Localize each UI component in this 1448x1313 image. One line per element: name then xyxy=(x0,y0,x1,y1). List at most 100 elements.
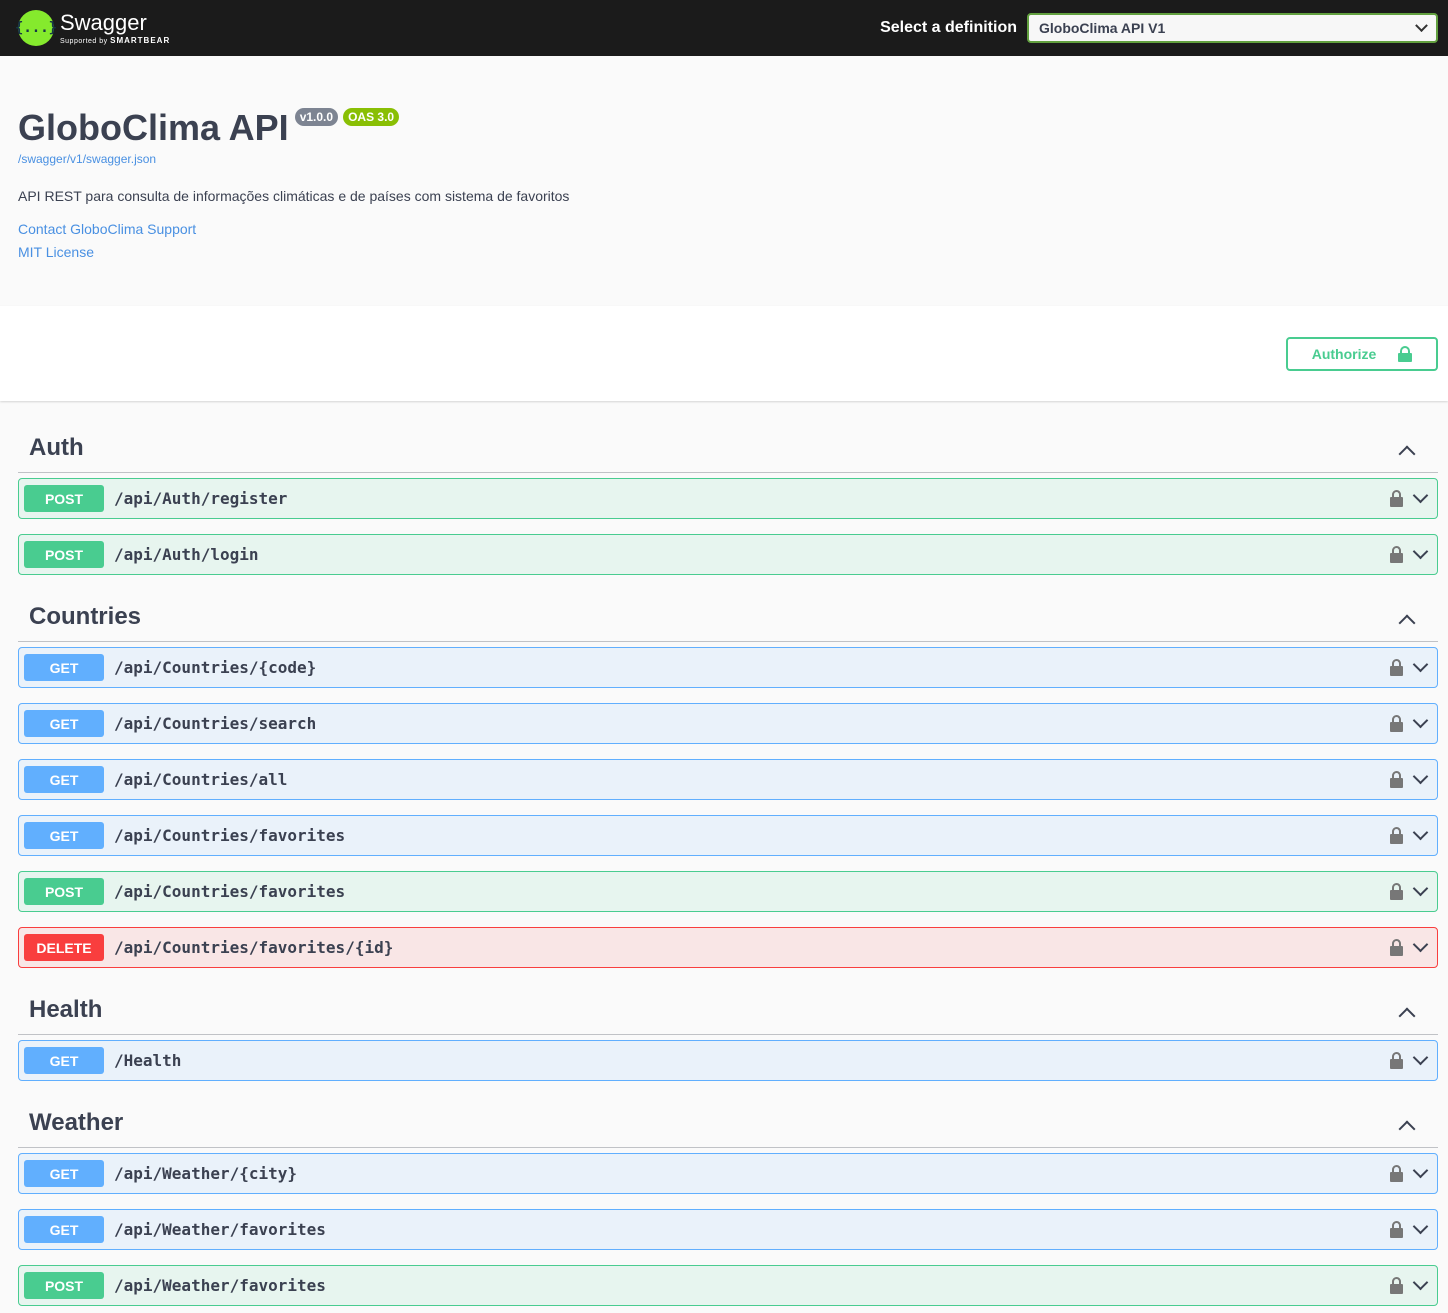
tag-header[interactable]: Weather xyxy=(18,1096,1438,1148)
tag-name: Weather xyxy=(29,1109,124,1136)
operation-row[interactable]: GET/api/Countries/all xyxy=(18,759,1438,800)
lock-icon[interactable] xyxy=(1390,1165,1403,1182)
tag-section: Countries GET/api/Countries/{code} GET/api… xyxy=(18,590,1438,968)
operation-row[interactable]: GET/api/Countries/search xyxy=(18,703,1438,744)
lock-icon[interactable] xyxy=(1390,1277,1403,1294)
chevron-down-icon[interactable] xyxy=(1412,880,1429,897)
definition-label: Select a definition xyxy=(880,19,1017,36)
tag-section: Health GET/Health xyxy=(18,983,1438,1081)
chevron-up-icon[interactable] xyxy=(1398,614,1416,632)
chevron-down-icon[interactable] xyxy=(1412,1162,1429,1179)
tag-header[interactable]: Health xyxy=(18,983,1438,1035)
lock-icon[interactable] xyxy=(1390,1221,1403,1238)
method-badge: POST xyxy=(24,485,104,512)
lock-icon[interactable] xyxy=(1390,771,1403,788)
operation-row[interactable]: GET/api/Weather/{city} xyxy=(18,1153,1438,1194)
lock-icon[interactable] xyxy=(1390,827,1403,844)
method-badge: GET xyxy=(24,710,104,737)
logo-name: Swagger xyxy=(60,9,147,35)
spec-url-link[interactable]: /swagger/v1/swagger.json xyxy=(18,152,1430,166)
authorize-label: Authorize xyxy=(1311,345,1377,362)
tag-header[interactable]: Countries xyxy=(18,590,1438,642)
operation-row[interactable]: POST/api/Countries/favorites xyxy=(18,871,1438,912)
chevron-down-icon[interactable] xyxy=(1412,768,1429,785)
method-badge: GET xyxy=(24,766,104,793)
chevron-down-icon[interactable] xyxy=(1412,1274,1429,1291)
operation-path: /api/Countries/favorites/{id} xyxy=(114,938,394,957)
operation-row[interactable]: GET/api/Countries/{code} xyxy=(18,647,1438,688)
lock-icon[interactable] xyxy=(1390,659,1403,676)
operation-path: /api/Countries/{code} xyxy=(114,658,317,677)
chevron-down-icon[interactable] xyxy=(1412,824,1429,841)
version-badge: v1.0.0 xyxy=(294,108,339,126)
license-link[interactable]: MIT License xyxy=(18,241,1430,264)
chevron-up-icon[interactable] xyxy=(1398,445,1416,463)
method-badge: GET xyxy=(24,1160,104,1187)
chevron-down-icon[interactable] xyxy=(1412,936,1429,953)
authorize-button[interactable]: Authorize xyxy=(1286,336,1438,371)
operation-path: /Health xyxy=(114,1051,182,1070)
lock-icon[interactable] xyxy=(1390,715,1403,732)
operation-path: /api/Countries/all xyxy=(114,770,288,789)
api-description: API REST para consulta de informações cl… xyxy=(18,188,570,204)
contact-link[interactable]: Contact GloboClima Support xyxy=(18,218,1430,241)
method-badge: POST xyxy=(24,1272,104,1299)
operation-row[interactable]: GET/Health xyxy=(18,1040,1438,1081)
operation-path: /api/Countries/favorites xyxy=(114,882,346,901)
chevron-down-icon xyxy=(1415,18,1428,32)
operation-row[interactable]: GET/api/Countries/favorites xyxy=(18,815,1438,856)
tag-name: Auth xyxy=(29,434,84,461)
unlock-icon xyxy=(1398,345,1413,362)
operation-row[interactable]: GET/api/Weather/favorites xyxy=(18,1209,1438,1250)
operation-row[interactable]: POST/api/Weather/favorites xyxy=(18,1265,1438,1306)
lock-icon[interactable] xyxy=(1390,546,1403,563)
chevron-down-icon[interactable] xyxy=(1412,656,1429,673)
operation-row[interactable]: POST/api/Auth/login xyxy=(18,534,1438,575)
lock-icon[interactable] xyxy=(1390,939,1403,956)
definition-value: GloboClima API V1 xyxy=(1039,20,1166,36)
logo-sub-brand: SMARTBEAR xyxy=(110,35,171,45)
chevron-down-icon[interactable] xyxy=(1412,1049,1429,1066)
operation-path: /api/Weather/favorites xyxy=(114,1220,326,1239)
method-badge: GET xyxy=(24,654,104,681)
swagger-logo-icon: {...} xyxy=(15,10,57,46)
method-badge: POST xyxy=(24,878,104,905)
operation-path: /api/Countries/search xyxy=(114,714,317,733)
operation-path: /api/Auth/register xyxy=(114,489,288,508)
operations-list: Auth POST/api/Auth/register POST/api/Auth/… xyxy=(0,401,1448,1306)
tag-section: Auth POST/api/Auth/register POST/api/Auth/… xyxy=(18,421,1438,575)
operation-path: /api/Auth/login xyxy=(114,545,259,564)
chevron-down-icon[interactable] xyxy=(1412,487,1429,504)
operation-row[interactable]: DELETE/api/Countries/favorites/{id} xyxy=(18,927,1438,968)
chevron-down-icon[interactable] xyxy=(1412,1218,1429,1235)
method-badge: GET xyxy=(24,1216,104,1243)
info-section: GloboClima API v1.0.0 OAS 3.0 /swagger/v… xyxy=(0,56,1448,306)
method-badge: GET xyxy=(24,822,104,849)
operation-path: /api/Countries/favorites xyxy=(114,826,346,845)
lock-icon[interactable] xyxy=(1390,490,1403,507)
oas-badge: OAS 3.0 xyxy=(343,108,400,126)
page-title: GloboClima API xyxy=(18,107,289,148)
tag-name: Health xyxy=(29,996,103,1023)
topbar: {...} Swagger Supported by SMARTBEAR Sel… xyxy=(0,0,1448,56)
chevron-up-icon[interactable] xyxy=(1398,1007,1416,1025)
tag-header[interactable]: Auth xyxy=(18,421,1438,473)
operation-path: /api/Weather/{city} xyxy=(114,1164,298,1183)
chevron-up-icon[interactable] xyxy=(1398,1120,1416,1138)
operation-row[interactable]: POST/api/Auth/register xyxy=(18,478,1438,519)
lock-icon[interactable] xyxy=(1390,1052,1403,1069)
logo-sub: Supported by SMARTBEAR xyxy=(60,35,171,45)
method-badge: POST xyxy=(24,541,104,568)
scheme-container: Authorize xyxy=(0,306,1448,401)
swagger-logo[interactable]: {...} Swagger Supported by SMARTBEAR xyxy=(15,9,171,46)
operation-path: /api/Weather/favorites xyxy=(114,1276,326,1295)
method-badge: DELETE xyxy=(24,934,104,961)
tag-section: Weather GET/api/Weather/{city} GET/api/Wea… xyxy=(18,1096,1438,1306)
logo-sub-prefix: Supported by xyxy=(60,37,108,45)
chevron-down-icon[interactable] xyxy=(1412,712,1429,729)
definition-select[interactable]: GloboClima API V1 xyxy=(1027,13,1438,43)
method-badge: GET xyxy=(24,1047,104,1074)
chevron-down-icon[interactable] xyxy=(1412,543,1429,560)
tag-name: Countries xyxy=(29,603,142,630)
lock-icon[interactable] xyxy=(1390,883,1403,900)
